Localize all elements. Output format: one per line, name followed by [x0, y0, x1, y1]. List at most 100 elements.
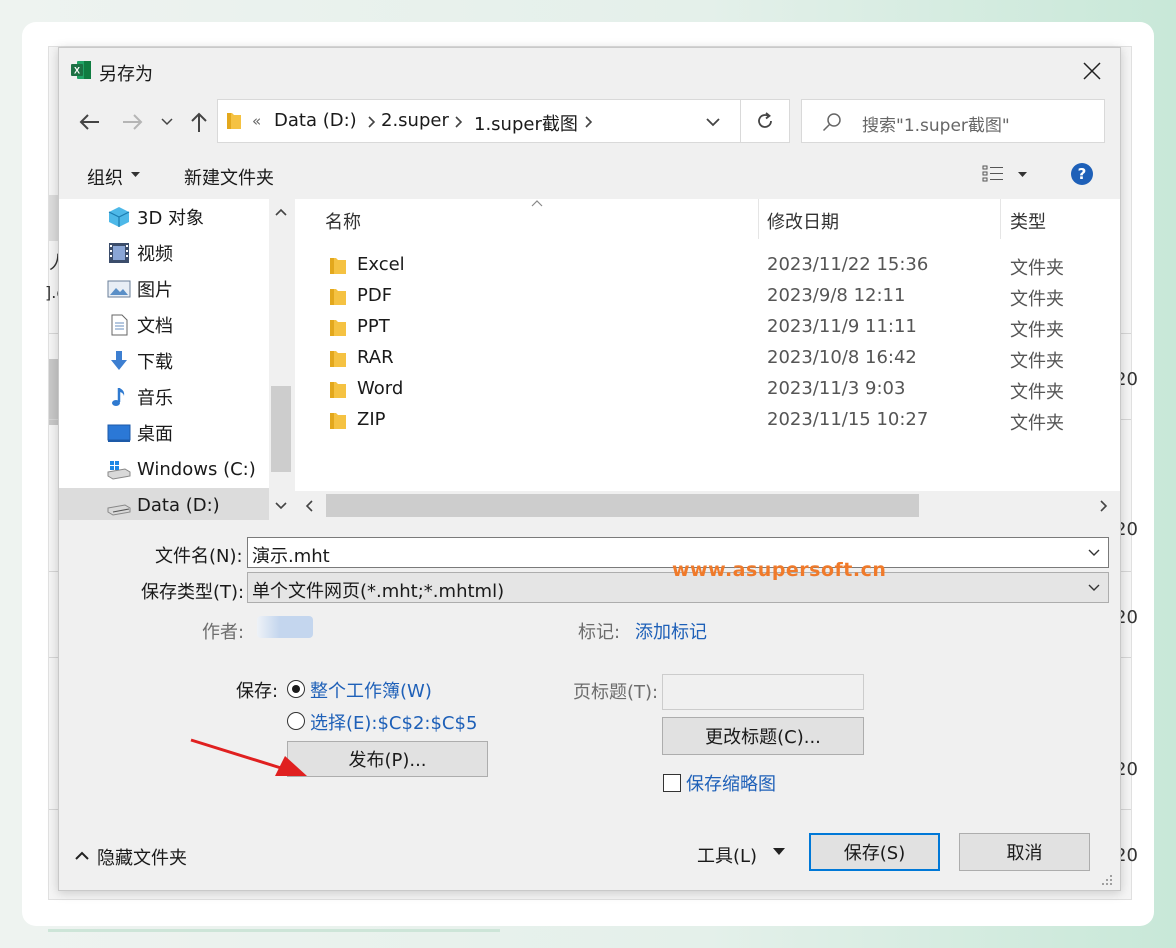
documents-icon	[111, 314, 128, 336]
tree-item-desktop[interactable]: 桌面	[59, 416, 269, 450]
chevron-up-icon[interactable]	[275, 208, 287, 216]
scroll-thumb[interactable]	[271, 386, 291, 472]
breadcrumb-item[interactable]: 1.super截图	[474, 110, 578, 136]
file-list: 名称 修改日期 类型 Excel 2023/11/22 15:36 文件夹 PD…	[295, 199, 1120, 520]
refresh-button[interactable]	[740, 99, 790, 143]
list-item[interactable]: RAR 2023/10/8 16:42 文件夹	[295, 343, 1120, 374]
radio-entire-workbook[interactable]	[287, 680, 305, 698]
publish-button[interactable]: 发布(P)...	[287, 741, 488, 777]
folder-icon	[330, 413, 346, 429]
address-bar[interactable]: « Data (D:) 2.super 1.super截图	[217, 99, 787, 143]
search-input[interactable]: 搜索"1.super截图"	[862, 111, 1010, 136]
chevron-right-icon[interactable]	[585, 116, 593, 128]
recent-locations-button[interactable]	[155, 108, 179, 136]
author-value-blurred[interactable]	[257, 616, 313, 638]
column-header-type[interactable]: 类型	[1010, 199, 1046, 243]
new-folder-button[interactable]: 新建文件夹	[184, 164, 274, 190]
folder-icon	[330, 320, 346, 336]
help-icon[interactable]: ?	[1071, 163, 1093, 185]
tree-item-data-drive[interactable]: Data (D:)	[59, 488, 269, 520]
forward-button[interactable]	[119, 108, 147, 136]
sort-ascending-icon	[531, 200, 543, 207]
caret-down-icon[interactable]	[773, 848, 785, 855]
list-horizontal-scrollbar[interactable]	[295, 491, 1120, 520]
search-box[interactable]: 搜索"1.super截图"	[801, 99, 1105, 143]
change-title-button[interactable]: 更改标题(C)...	[662, 717, 864, 755]
file-date: 2023/11/22 15:36	[767, 254, 929, 275]
folder-icon	[330, 289, 346, 305]
download-icon	[111, 351, 127, 370]
tree-item-label: Windows (C:)	[137, 458, 256, 480]
column-header-name[interactable]: 名称	[325, 199, 361, 243]
chevron-down-icon	[161, 118, 173, 126]
save-thumbnail-label[interactable]: 保存缩略图	[686, 770, 776, 796]
tree-item-pictures[interactable]: 图片	[59, 272, 269, 306]
chevron-down-icon[interactable]	[1088, 549, 1100, 557]
close-button[interactable]	[1077, 58, 1107, 84]
tools-menu[interactable]: 工具(L)	[697, 842, 757, 868]
tree-item-3d-objects[interactable]: 3D 对象	[59, 200, 269, 234]
chevron-down-icon[interactable]	[275, 502, 287, 510]
resize-grip-icon[interactable]	[1101, 874, 1113, 886]
breadcrumb-overflow[interactable]: «	[252, 112, 261, 130]
navigation-pane: 3D 对象 视频 图片 文档 下载 音乐 桌面 Windows (C:) Dat…	[59, 199, 293, 520]
radio-entire-workbook-label[interactable]: 整个工作簿(W)	[310, 677, 432, 703]
chevron-up-icon[interactable]	[75, 851, 89, 860]
details-view-icon[interactable]	[982, 165, 1004, 183]
caret-down-icon[interactable]	[1018, 172, 1027, 178]
tree-item-downloads[interactable]: 下载	[59, 344, 269, 378]
command-bar: 组织 新建文件夹 ?	[59, 151, 1120, 197]
list-item[interactable]: ZIP 2023/11/15 10:27 文件夹	[295, 405, 1120, 436]
back-button[interactable]	[75, 108, 103, 136]
breadcrumb-item[interactable]: 2.super	[381, 110, 449, 131]
radio-selection[interactable]	[287, 712, 305, 730]
list-item[interactable]: Word 2023/11/3 9:03 文件夹	[295, 374, 1120, 405]
page-title-field[interactable]	[662, 674, 864, 710]
tree-item-label: 视频	[137, 244, 173, 265]
list-item[interactable]: PPT 2023/11/9 11:11 文件夹	[295, 312, 1120, 343]
file-type: 文件夹	[1010, 351, 1064, 372]
file-date: 2023/10/8 16:42	[767, 347, 917, 368]
tree-item-videos[interactable]: 视频	[59, 236, 269, 270]
tree-item-windows-drive[interactable]: Windows (C:)	[59, 452, 269, 486]
tree-scrollbar[interactable]	[269, 199, 293, 520]
chevron-right-icon[interactable]	[1100, 500, 1108, 512]
drive-icon	[107, 504, 131, 516]
hide-folders-button[interactable]: 隐藏文件夹	[97, 844, 187, 870]
arrow-up-icon	[191, 112, 207, 132]
chevron-right-icon[interactable]	[455, 116, 463, 128]
column-separator[interactable]	[1000, 199, 1001, 239]
add-tags-link[interactable]: 添加标记	[635, 618, 707, 644]
column-separator[interactable]	[758, 199, 759, 239]
chevron-right-icon[interactable]	[368, 116, 376, 128]
chevron-down-icon	[1088, 584, 1100, 591]
tree-item-documents[interactable]: 文档	[59, 308, 269, 342]
caret-down-icon[interactable]	[131, 172, 140, 178]
breadcrumb-item[interactable]: Data (D:)	[274, 110, 357, 131]
file-name: ZIP	[357, 409, 386, 430]
up-button[interactable]	[185, 108, 213, 136]
chevron-down-icon[interactable]	[706, 118, 720, 127]
file-date: 2023/11/9 11:11	[767, 316, 917, 337]
file-date: 2023/9/8 12:11	[767, 285, 906, 306]
tree-item-label: 图片	[137, 280, 173, 301]
cancel-button[interactable]: 取消	[959, 833, 1090, 871]
chevron-left-icon[interactable]	[305, 500, 313, 512]
file-name: PDF	[357, 285, 393, 306]
column-header-date[interactable]: 修改日期	[767, 199, 839, 243]
filename-label: 文件名(N):	[155, 546, 243, 567]
scroll-thumb[interactable]	[326, 494, 919, 517]
file-type: 文件夹	[1010, 413, 1064, 434]
save-button[interactable]: 保存(S)	[809, 833, 940, 871]
list-item[interactable]: PDF 2023/9/8 12:11 文件夹	[295, 281, 1120, 312]
annotation-arrow-icon	[190, 738, 307, 776]
organize-menu[interactable]: 组织	[87, 164, 123, 190]
save-thumbnail-checkbox[interactable]	[663, 774, 681, 792]
save-as-dialog: X 另存为 « Data (D:) 2.super 1.super截图 搜索"1…	[58, 47, 1121, 891]
radio-selection-label[interactable]: 选择(E):$C$2:$C$5	[310, 709, 477, 735]
filename-input[interactable]: 演示.mht	[252, 542, 330, 568]
tree-item-music[interactable]: 音乐	[59, 380, 269, 414]
list-item[interactable]: Excel 2023/11/22 15:36 文件夹	[295, 250, 1120, 281]
file-name: RAR	[357, 347, 394, 368]
3d-objects-icon	[108, 207, 130, 227]
